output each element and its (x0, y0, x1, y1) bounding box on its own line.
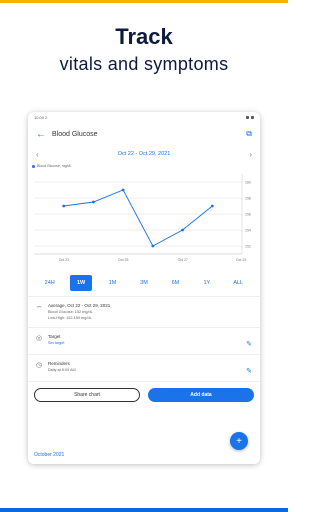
set-target-link[interactable]: Set target (48, 341, 246, 347)
y-tick-label: 156 (245, 213, 251, 217)
target-icon: ◎ (36, 335, 43, 342)
data-point (92, 200, 95, 204)
y-tick-label: 152 (245, 245, 251, 249)
reminders-section[interactable]: ◷ Reminders Daily at 8:00 AM ✎ (28, 354, 260, 381)
x-tick-label: Oct 23 (59, 258, 69, 262)
status-bar: 10:00 2 (28, 112, 260, 122)
battery-icon (251, 115, 254, 119)
edit-target-icon[interactable]: ✎ (246, 340, 252, 348)
target-title: Target (48, 334, 61, 339)
legend-label: Blood Glucose, mg/dL (37, 164, 72, 168)
chart-legend: Blood Glucose, mg/dL (28, 162, 260, 170)
chart-svg: 152 154 156 158 160 Oct 23 Oct 25 Oct 27 Oct 29 (34, 174, 251, 262)
bottom-accent-bar (0, 508, 288, 512)
top-accent-bar (0, 0, 288, 3)
x-tick-label: Oct 27 (178, 258, 188, 262)
time-range-selector: 24H 1W 1M 3M 6M 1Y ALL (28, 270, 260, 296)
month-label: October 2021 (34, 452, 65, 458)
range-3m[interactable]: 3M (133, 275, 155, 291)
add-data-button[interactable]: Add data (148, 388, 254, 402)
promo-title: Track (115, 24, 173, 49)
add-fab-button[interactable]: + (230, 432, 248, 450)
target-section[interactable]: ◎ Target Set target ✎ (28, 327, 260, 354)
x-tick-label: Oct 29 (236, 258, 246, 262)
average-title: Average, Oct 22 - Oct 29, 2021 (48, 303, 111, 308)
series-line (63, 189, 213, 247)
average-section: ∽ Average, Oct 22 - Oct 29, 2021 Blood G… (28, 296, 260, 327)
plus-icon: + (236, 435, 242, 447)
average-line2: Low-High: 152-159 mg/dL (48, 315, 92, 320)
alarm-icon: ◷ (36, 362, 43, 369)
reminders-value: Daily at 8:00 AM (48, 368, 76, 372)
legend-dot (32, 164, 35, 168)
data-point (151, 244, 155, 248)
device-screen: 10:00 2 ← Blood Glucose ⧉ ‹ Oct 22 - Oct… (28, 112, 260, 464)
back-arrow-icon[interactable]: ← (36, 129, 52, 140)
share-chart-button[interactable]: Share chart (34, 388, 140, 402)
app-bar: ← Blood Glucose ⧉ (28, 122, 260, 146)
range-all[interactable]: ALL (227, 275, 249, 291)
range-24h[interactable]: 24H (39, 275, 61, 291)
y-tick-label: 160 (245, 181, 251, 185)
date-range-row: ‹ Oct 22 - Oct 29, 2021 › (28, 146, 260, 162)
range-6m[interactable]: 6M (164, 275, 186, 291)
range-1m[interactable]: 1M (102, 275, 124, 291)
chevron-right-icon[interactable]: › (249, 150, 252, 159)
share-icon[interactable]: ⧉ (246, 129, 252, 139)
y-tick-label: 154 (245, 229, 251, 233)
promo-subtitle: vitals and symptoms (59, 54, 229, 74)
action-buttons: Share chart Add data (28, 382, 260, 408)
date-range-label: Oct 22 - Oct 29, 2021 (117, 151, 171, 157)
trend-icon: ∽ (36, 304, 42, 311)
x-tick-label: Oct 25 (118, 258, 128, 262)
status-icons (246, 115, 254, 119)
wifi-icon (246, 115, 249, 119)
chevron-left-icon[interactable]: ‹ (36, 150, 39, 159)
data-point (181, 228, 184, 232)
y-tick-label: 158 (245, 197, 251, 201)
range-1y[interactable]: 1Y (196, 275, 218, 291)
data-point (62, 204, 66, 208)
data-point (121, 188, 125, 192)
app-title: Blood Glucose (52, 130, 98, 138)
edit-reminders-icon[interactable]: ✎ (246, 367, 252, 375)
glucose-chart: 152 154 156 158 160 Oct 23 Oct 25 Oct 27 Oct 29 (28, 170, 260, 268)
status-time: 10:00 2 (34, 114, 48, 120)
reminders-title: Reminders (48, 361, 70, 366)
range-1w[interactable]: 1W (70, 275, 93, 291)
data-point (210, 204, 214, 208)
